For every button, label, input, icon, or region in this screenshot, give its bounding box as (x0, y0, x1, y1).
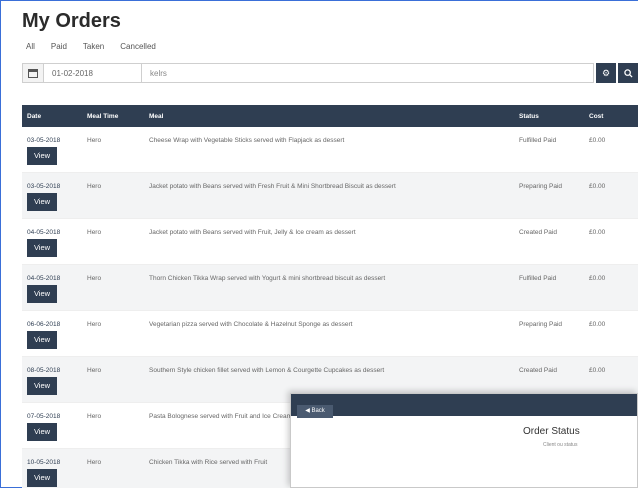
view-button[interactable]: View (27, 285, 57, 303)
table-header: Date Meal Time Meal Status Cost (22, 105, 638, 127)
cell-date: 07-05-2018 View (22, 413, 87, 441)
date-field[interactable] (44, 63, 142, 83)
modal-subtitle: Client ou status (543, 442, 578, 448)
cell-meal-time: Hero (87, 137, 102, 144)
date-picker-button[interactable] (22, 63, 44, 83)
cell-meal-time: Hero (87, 413, 102, 420)
calendar-icon (28, 68, 38, 78)
cell-date: 10-05-2018 View (22, 459, 87, 487)
cell-meal: Jacket potato with Beans served with Fre… (149, 183, 396, 190)
date-text: 10-05-2018 (27, 459, 61, 466)
cell-cost: £0.00 (589, 321, 606, 328)
table-row: 04-05-2018 View Hero Jacket potato with Bea… (22, 219, 638, 265)
cell-date: 03-05-2018 View (22, 183, 87, 211)
cell-meal-time: Hero (87, 321, 102, 328)
cell-cost: £0.00 (589, 275, 606, 282)
settings-button[interactable]: ⚙ (596, 63, 616, 83)
cell-meal-time: Hero (87, 367, 102, 374)
modal-title: Order Status (523, 426, 580, 437)
view-button[interactable]: View (27, 331, 57, 349)
view-button[interactable]: View (27, 193, 57, 211)
header-cost[interactable]: Cost (589, 113, 638, 120)
view-button[interactable]: View (27, 377, 57, 395)
date-text: 06-06-2018 (27, 321, 61, 328)
view-button[interactable]: View (27, 469, 57, 487)
cell-meal: Southern Style chicken fillet served wit… (149, 367, 385, 374)
cell-status: Fulfilled Paid (519, 137, 557, 144)
header-meal-time[interactable]: Meal Time (87, 113, 149, 120)
cell-date: 06-06-2018 View (22, 321, 87, 349)
cell-status: Created Paid (519, 229, 557, 236)
cell-status: Preparing Paid (519, 321, 562, 328)
date-text: 08-05-2018 (27, 367, 61, 374)
cell-meal-time: Hero (87, 275, 102, 282)
cell-status: Fulfilled Paid (519, 275, 557, 282)
tab-cancelled[interactable]: Cancelled (120, 42, 156, 51)
tab-taken[interactable]: Taken (83, 42, 104, 51)
header-meal[interactable]: Meal (149, 113, 519, 120)
cell-date: 04-05-2018 View (22, 275, 87, 303)
search-button[interactable] (618, 63, 638, 83)
date-text: 04-05-2018 (27, 275, 61, 282)
date-text: 07-05-2018 (27, 413, 61, 420)
modal-toolbar: ◀ Back (291, 394, 637, 418)
cell-meal-time: Hero (87, 459, 102, 466)
cell-date: 03-05-2018 View (22, 137, 87, 165)
cell-meal: Vegetarian pizza served with Chocolate &… (149, 321, 353, 328)
date-text: 03-05-2018 (27, 183, 61, 190)
view-button[interactable]: View (27, 423, 57, 441)
cell-meal-time: Hero (87, 229, 102, 236)
filter-bar: ⚙ (22, 62, 638, 84)
date-text: 04-05-2018 (27, 229, 61, 236)
cell-cost: £0.00 (589, 137, 606, 144)
gear-icon: ⚙ (601, 67, 611, 78)
cell-meal: Jacket potato with Beans served with Fru… (149, 229, 356, 236)
view-button[interactable]: View (27, 239, 57, 257)
table-row: 03-05-2018 View Hero Jacket potato with Bea… (22, 173, 638, 219)
table-row: 04-05-2018 View Hero Thorn Chicken Tikka Wr… (22, 265, 638, 311)
cell-cost: £0.00 (589, 367, 606, 374)
cell-date: 04-05-2018 View (22, 229, 87, 257)
table-row: 06-06-2018 View Hero Vegetarian pizza serve… (22, 311, 638, 357)
back-button[interactable]: ◀ Back (297, 405, 333, 418)
header-date[interactable]: Date (22, 113, 87, 120)
order-filter-tabs: All Paid Taken Cancelled (26, 42, 156, 51)
page-title: My Orders (22, 10, 121, 32)
tab-all[interactable]: All (26, 42, 35, 51)
header-status[interactable]: Status (519, 113, 589, 120)
cell-cost: £0.00 (589, 183, 606, 190)
cell-meal: Cheese Wrap with Vegetable Sticks served… (149, 137, 345, 144)
cell-date: 08-05-2018 View (22, 367, 87, 395)
tab-paid[interactable]: Paid (51, 42, 67, 51)
order-status-modal: ◀ Back Order Status Client ou status (290, 393, 638, 488)
table-row: 03-05-2018 View Hero Cheese Wrap with Veget… (22, 127, 638, 173)
cell-meal-time: Hero (87, 183, 102, 190)
search-input[interactable] (142, 63, 594, 83)
view-button[interactable]: View (27, 147, 57, 165)
cell-status: Preparing Paid (519, 183, 562, 190)
cell-meal: Thorn Chicken Tikka Wrap served with Yog… (149, 275, 386, 282)
cell-status: Created Paid (519, 367, 557, 374)
search-icon (623, 68, 633, 78)
cell-cost: £0.00 (589, 229, 606, 236)
date-text: 03-05-2018 (27, 137, 61, 144)
